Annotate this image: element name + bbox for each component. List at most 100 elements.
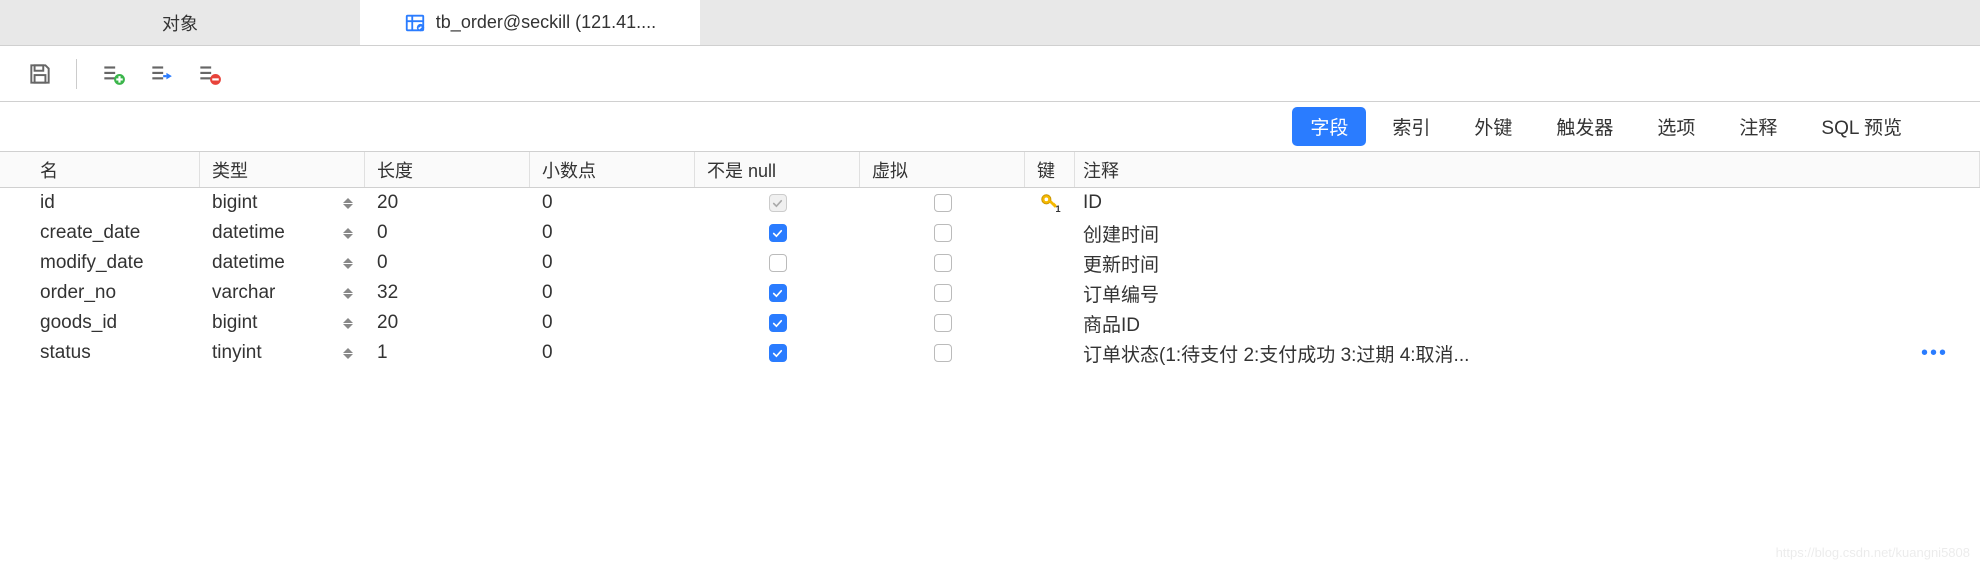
- save-button[interactable]: [20, 54, 60, 94]
- type-stepper[interactable]: [343, 198, 353, 209]
- tab-table-label: tb_order@seckill (121.41....: [436, 12, 656, 33]
- cell-length[interactable]: 20: [365, 188, 530, 218]
- cell-comment[interactable]: 订单状态(1:待支付 2:支付成功 3:过期 4:取消...•••: [1075, 338, 1980, 368]
- cell-length[interactable]: 32: [365, 278, 530, 308]
- cell-key: [1025, 338, 1075, 368]
- cell-not-null: [695, 188, 860, 218]
- header-virtual[interactable]: 虚拟: [860, 152, 1025, 187]
- cell-comment[interactable]: 更新时间: [1075, 248, 1980, 278]
- cell-name[interactable]: status: [0, 338, 200, 368]
- tab-objects[interactable]: 对象: [0, 0, 360, 45]
- table-row[interactable]: idbigint200 1 ID: [0, 188, 1980, 218]
- virtual-checkbox[interactable]: [934, 224, 952, 242]
- type-stepper[interactable]: [343, 258, 353, 269]
- cell-virtual: [860, 308, 1025, 338]
- cell-virtual: [860, 218, 1025, 248]
- cell-type[interactable]: varchar: [200, 278, 365, 308]
- cell-decimal[interactable]: 0: [530, 308, 695, 338]
- cell-not-null: [695, 308, 860, 338]
- cell-length[interactable]: 0: [365, 218, 530, 248]
- header-type[interactable]: 类型: [200, 152, 365, 187]
- not-null-checkbox[interactable]: [769, 284, 787, 302]
- subnav-bar: 字段索引外键触发器选项注释SQL 预览: [0, 102, 1980, 152]
- cell-length[interactable]: 20: [365, 308, 530, 338]
- tabs-bar: 对象 tb_order@seckill (121.41....: [0, 0, 1980, 46]
- cell-key: 1: [1025, 188, 1075, 218]
- table-row[interactable]: modify_datedatetime00更新时间: [0, 248, 1980, 278]
- cell-not-null: [695, 338, 860, 368]
- cell-virtual: [860, 278, 1025, 308]
- subnav-item-3[interactable]: 触发器: [1538, 107, 1631, 146]
- insert-field-button[interactable]: [141, 54, 181, 94]
- type-stepper[interactable]: [343, 318, 353, 329]
- cell-name[interactable]: goods_id: [0, 308, 200, 338]
- virtual-checkbox[interactable]: [934, 194, 952, 212]
- cell-decimal[interactable]: 0: [530, 278, 695, 308]
- cell-decimal[interactable]: 0: [530, 188, 695, 218]
- not-null-checkbox[interactable]: [769, 344, 787, 362]
- cell-virtual: [860, 188, 1025, 218]
- cell-type[interactable]: bigint: [200, 308, 365, 338]
- cell-comment[interactable]: 商品ID: [1075, 308, 1980, 338]
- cell-type[interactable]: tinyint: [200, 338, 365, 368]
- type-stepper[interactable]: [343, 348, 353, 359]
- delete-field-button[interactable]: [189, 54, 229, 94]
- cell-type[interactable]: datetime: [200, 248, 365, 278]
- header-not-null[interactable]: 不是 null: [695, 152, 860, 187]
- header-comment[interactable]: 注释: [1075, 152, 1980, 187]
- not-null-checkbox[interactable]: [769, 194, 787, 212]
- cell-not-null: [695, 248, 860, 278]
- not-null-checkbox[interactable]: [769, 224, 787, 242]
- table-icon: [404, 12, 426, 34]
- table-row[interactable]: statustinyint10 订单状态(1:待支付 2:支付成功 3:过期 4:…: [0, 338, 1980, 368]
- subnav-item-2[interactable]: 外键: [1456, 107, 1530, 146]
- type-stepper[interactable]: [343, 288, 353, 299]
- tab-table[interactable]: tb_order@seckill (121.41....: [360, 0, 700, 45]
- virtual-checkbox[interactable]: [934, 344, 952, 362]
- subnav-item-5[interactable]: 注释: [1721, 107, 1795, 146]
- ellipsis-icon[interactable]: •••: [1921, 342, 1948, 365]
- cell-key: [1025, 218, 1075, 248]
- cell-length[interactable]: 1: [365, 338, 530, 368]
- cell-name[interactable]: order_no: [0, 278, 200, 308]
- table-row[interactable]: goods_idbigint200 商品ID: [0, 308, 1980, 338]
- virtual-checkbox[interactable]: [934, 284, 952, 302]
- header-key[interactable]: 键: [1025, 152, 1075, 187]
- cell-key: [1025, 248, 1075, 278]
- subnav-item-4[interactable]: 选项: [1639, 107, 1713, 146]
- add-field-button[interactable]: [93, 54, 133, 94]
- virtual-checkbox[interactable]: [934, 314, 952, 332]
- subnav-item-1[interactable]: 索引: [1374, 107, 1448, 146]
- type-stepper[interactable]: [343, 228, 353, 239]
- not-null-checkbox[interactable]: [769, 254, 787, 272]
- header-name[interactable]: 名: [0, 152, 200, 187]
- cell-name[interactable]: create_date: [0, 218, 200, 248]
- header-decimal[interactable]: 小数点: [530, 152, 695, 187]
- cell-name[interactable]: id: [0, 188, 200, 218]
- table-row[interactable]: create_datedatetime00创建时间: [0, 218, 1980, 248]
- virtual-checkbox[interactable]: [934, 254, 952, 272]
- table-row[interactable]: order_novarchar320 订单编号: [0, 278, 1980, 308]
- cell-type[interactable]: bigint: [200, 188, 365, 218]
- cell-length[interactable]: 0: [365, 248, 530, 278]
- cell-decimal[interactable]: 0: [530, 248, 695, 278]
- subnav-item-0[interactable]: 字段: [1292, 107, 1366, 146]
- fields-table: 名 类型 长度 小数点 不是 null 虚拟 键 注释 idbigint2001…: [0, 152, 1980, 368]
- cell-comment[interactable]: 创建时间: [1075, 218, 1980, 248]
- primary-key-icon: 1: [1039, 192, 1061, 214]
- toolbar-separator: [76, 59, 77, 89]
- svg-text:1: 1: [1056, 204, 1061, 214]
- cell-comment[interactable]: ID: [1075, 188, 1980, 218]
- cell-not-null: [695, 218, 860, 248]
- cell-key: [1025, 308, 1075, 338]
- watermark: https://blog.csdn.net/kuangni5808: [1776, 545, 1970, 560]
- subnav-item-6[interactable]: SQL 预览: [1803, 107, 1920, 146]
- cell-name[interactable]: modify_date: [0, 248, 200, 278]
- not-null-checkbox[interactable]: [769, 314, 787, 332]
- cell-decimal[interactable]: 0: [530, 338, 695, 368]
- cell-type[interactable]: datetime: [200, 218, 365, 248]
- cell-comment[interactable]: 订单编号: [1075, 278, 1980, 308]
- cell-decimal[interactable]: 0: [530, 218, 695, 248]
- cell-virtual: [860, 338, 1025, 368]
- header-length[interactable]: 长度: [365, 152, 530, 187]
